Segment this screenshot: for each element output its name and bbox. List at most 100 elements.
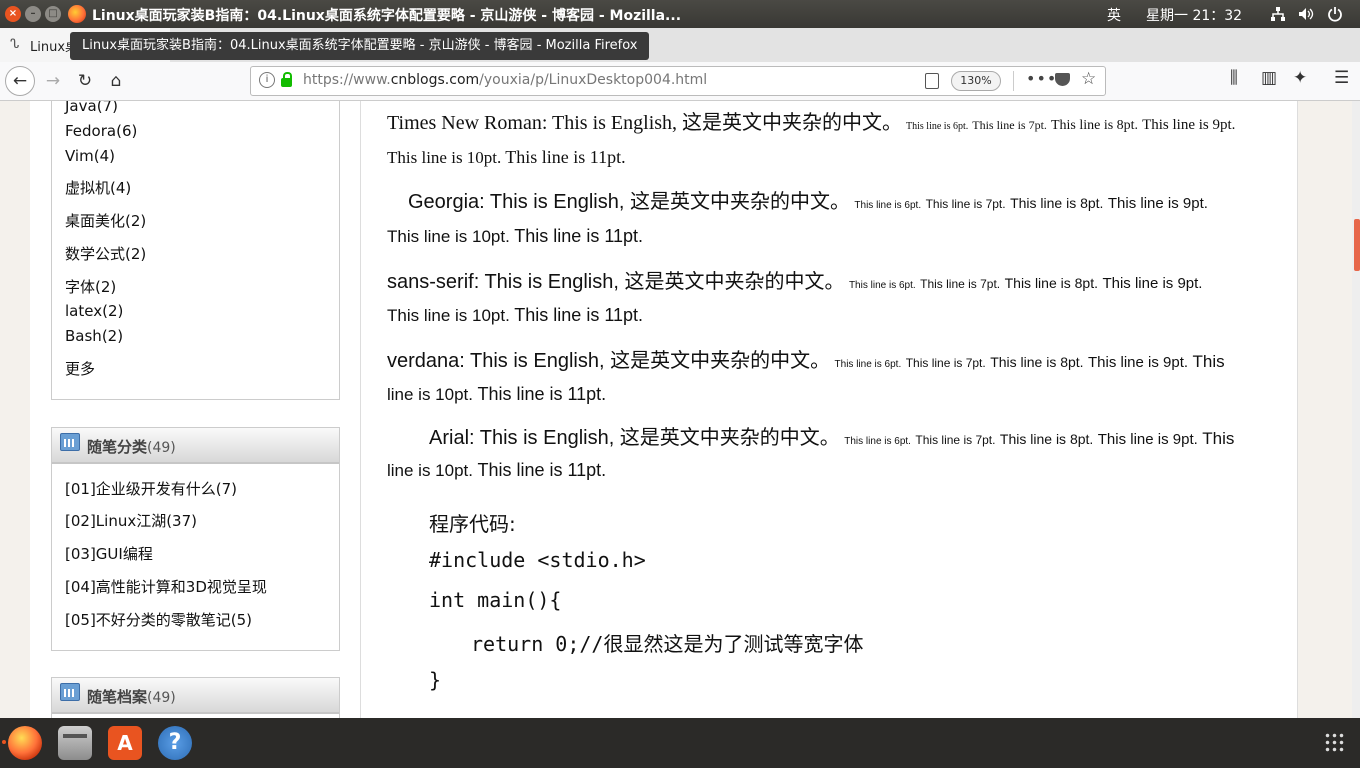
power-icon[interactable] (1327, 6, 1343, 22)
font-sample-verdana-cont: line is 10pt. This line is 11pt. (387, 384, 606, 405)
url-separator (1013, 71, 1014, 91)
network-icon[interactable] (1270, 6, 1286, 22)
size-9pt: This line is 9pt. (1088, 354, 1189, 371)
bookmark-star-icon[interactable]: ☆ (1081, 69, 1096, 89)
size-7pt: This line is 7pt. (905, 356, 986, 370)
archive-title-text: 随笔档案 (87, 688, 148, 706)
tag-label: Fedora (65, 122, 117, 140)
extension-icon[interactable]: ✦ (1293, 68, 1307, 88)
category-link[interactable]: [04]高性能计算和3D视觉呈现 (65, 576, 267, 597)
files-launcher-icon[interactable] (58, 726, 92, 760)
font-sample-lead: sans-serif: This is English, 这是英文中夹杂的中文。 (387, 271, 845, 293)
archive-count: (49) (147, 690, 176, 706)
tags-box: Java(7) Fedora(6) Vim(4) 虚拟机(4) 桌面美化(2) … (51, 101, 340, 400)
minimize-window-button[interactable]: – (25, 6, 41, 22)
tag-link[interactable]: latex(2) (65, 302, 123, 320)
calendar-icon (60, 683, 80, 701)
font-sample-lead: Arial: This is English, 这是英文中夹杂的中文。 (429, 427, 840, 449)
zoom-level-button[interactable]: 130% (951, 71, 1001, 91)
categories-count: (49) (147, 440, 176, 456)
close-window-button[interactable]: × (5, 6, 21, 22)
category-link[interactable]: [05]不好分类的零散笔记(5) (65, 609, 252, 630)
taskbar-dock: A ? (0, 718, 1360, 768)
input-method-indicator[interactable]: 英 (1107, 5, 1121, 25)
size-8pt: This line is 8pt. (1050, 118, 1139, 133)
size-11pt: This line is 11pt. (514, 305, 644, 325)
categories-title-text: 随笔分类 (87, 438, 148, 456)
tag-link[interactable]: Fedora(6) (65, 122, 137, 140)
home-button[interactable]: ⌂ (103, 68, 129, 94)
size-10pt-rest: line is 10pt. (387, 461, 473, 480)
calendar-icon (60, 433, 80, 451)
reader-view-icon[interactable] (925, 73, 939, 89)
tag-label: 数学公式 (65, 245, 126, 263)
more-tags-link[interactable]: 更多 (65, 358, 95, 379)
archive-title: 随笔档案(49) (87, 686, 176, 707)
tag-link[interactable]: Vim(4) (65, 147, 115, 165)
software-center-icon[interactable]: A (108, 726, 142, 760)
volume-icon[interactable] (1298, 6, 1314, 22)
page-actions-icon[interactable]: ••• (1026, 69, 1057, 88)
tag-link[interactable]: 虚拟机(4) (65, 177, 131, 198)
help-icon[interactable]: ? (158, 726, 192, 760)
url-bar[interactable]: i https://www.cnblogs.com/youxia/p/Linux… (250, 66, 1106, 96)
blog-favicon-icon: ᔐ (10, 37, 20, 52)
menu-icon[interactable]: ☰ (1334, 68, 1349, 88)
maximize-window-button[interactable]: □ (45, 6, 61, 22)
tag-link[interactable]: 字体(2) (65, 276, 116, 297)
size-7pt: This line is 7pt. (915, 433, 996, 447)
scrollbar-thumb[interactable] (1354, 219, 1360, 271)
clock[interactable]: 星期一 21：32 (1146, 5, 1242, 25)
code-line: return 0;//很显然这是为了测试等宽字体 (471, 632, 864, 656)
lock-icon[interactable] (281, 78, 292, 87)
size-9pt: This line is 9pt. (1102, 275, 1203, 292)
tag-count: (2) (101, 327, 124, 345)
size-11pt: This line is 11pt. (505, 147, 626, 167)
system-title-bar: × – □ Linux桌面玩家装B指南：04.Linux桌面系统字体配置要略 -… (0, 0, 1360, 28)
sidebar-toggle-icon[interactable]: ▥ (1261, 68, 1277, 88)
library-icon[interactable]: ⫼ (1230, 68, 1238, 88)
font-sample-verdana: verdana: This is English, 这是英文中夹杂的中文。 Th… (387, 344, 1277, 373)
size-9pt: This line is 9pt. (1097, 431, 1198, 448)
size-7pt: This line is 7pt. (920, 277, 1001, 291)
scrollbar-track[interactable] (1352, 101, 1360, 718)
tag-link[interactable]: 桌面美化(2) (65, 210, 146, 231)
firefox-launcher-icon[interactable] (8, 726, 42, 760)
tag-label: 虚拟机 (65, 179, 111, 197)
pocket-icon[interactable] (1055, 73, 1070, 86)
url-domain: cnblogs.com (390, 72, 480, 88)
blog-sidebar: Java(7) Fedora(6) Vim(4) 虚拟机(4) 桌面美化(2) … (30, 101, 361, 718)
tag-count: (2) (125, 245, 147, 263)
tag-link[interactable]: Java(7) (65, 101, 118, 115)
size-10pt: This line is 10pt. (387, 227, 510, 246)
size-9pt: This line is 9pt. (1107, 195, 1208, 212)
info-icon[interactable]: i (259, 72, 275, 88)
code-line: int main(){ (429, 588, 562, 612)
size-8pt: This line is 8pt. (1004, 275, 1098, 291)
forward-button[interactable]: → (40, 68, 66, 94)
tag-link[interactable]: 数学公式(2) (65, 243, 146, 264)
reload-button[interactable]: ↻ (72, 68, 98, 94)
tag-label: latex (65, 302, 103, 320)
font-sample-georgia: Georgia: This is English, 这是英文中夹杂的中文。 Th… (408, 185, 1298, 214)
size-10pt-start: This (1192, 352, 1225, 371)
tag-label: 桌面美化 (65, 212, 126, 230)
font-sample-times: Times New Roman: This is English, 这是英文中夹… (387, 106, 1277, 135)
categories-header: 随笔分类(49) (52, 428, 339, 464)
font-sample-lead: Times New Roman: This is English, 这是英文中夹… (387, 112, 903, 134)
tag-label: Java (65, 101, 97, 115)
category-link[interactable]: [01]企业级开发有什么(7) (65, 478, 237, 499)
font-sample-arial-cont: line is 10pt. This line is 11pt. (387, 460, 606, 481)
tag-link[interactable]: Bash(2) (65, 327, 123, 345)
font-sample-georgia-cont: This line is 10pt. This line is 11pt. (387, 226, 643, 247)
url-text[interactable]: https://www.cnblogs.com/youxia/p/LinuxDe… (303, 72, 707, 88)
tag-count: (7) (96, 101, 118, 115)
category-link[interactable]: [02]Linux江湖(37) (65, 510, 197, 531)
size-10pt-rest: line is 10pt. (387, 385, 473, 404)
category-link[interactable]: [03]GUI编程 (65, 543, 153, 564)
size-7pt: This line is 7pt. (925, 197, 1006, 211)
tag-count: (4) (110, 179, 132, 197)
tag-count: (6) (116, 122, 138, 140)
show-applications-icon[interactable] (1324, 732, 1346, 754)
back-button[interactable]: ← (5, 66, 35, 96)
